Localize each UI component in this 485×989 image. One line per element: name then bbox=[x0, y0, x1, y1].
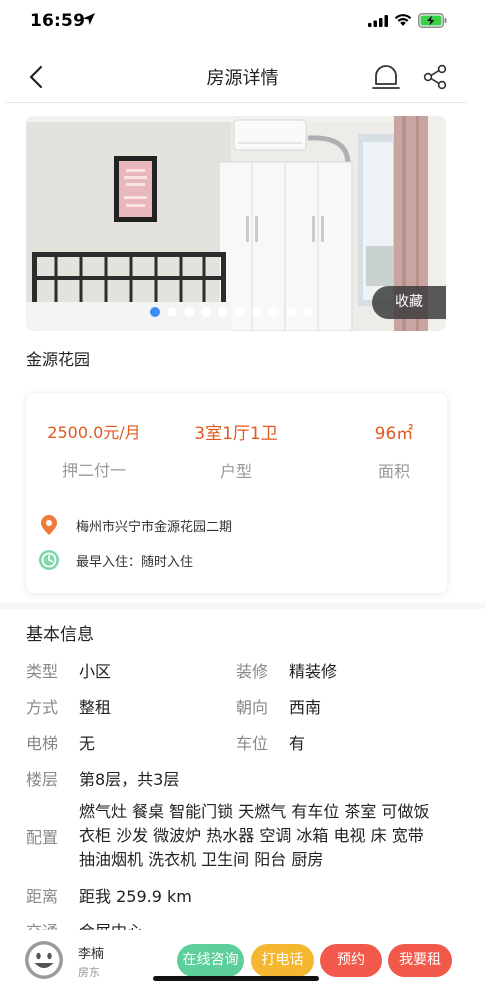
carousel-dot[interactable] bbox=[269, 307, 279, 317]
carousel-dot[interactable] bbox=[303, 307, 313, 317]
carousel-dot[interactable] bbox=[252, 307, 262, 317]
distance-value: 距我 259.9 km bbox=[79, 887, 192, 906]
config-label: 配置 bbox=[26, 828, 59, 847]
favorite-button[interactable]: 收藏 bbox=[372, 286, 446, 319]
price-value: 2500.0元/月 bbox=[47, 423, 141, 442]
nav-bar: 房源详情 bbox=[0, 52, 485, 102]
mode-label: 方式 bbox=[26, 698, 59, 717]
layout-value: 3室1厅1卫 bbox=[194, 424, 278, 444]
battery-icon bbox=[418, 13, 447, 28]
payment-label: 押二付一 bbox=[61, 461, 126, 480]
carousel-dot[interactable] bbox=[218, 307, 228, 317]
elevator-label: 电梯 bbox=[26, 734, 59, 753]
signal-icon bbox=[368, 15, 388, 27]
call-button[interactable]: 打电话 bbox=[251, 944, 314, 977]
wifi-icon bbox=[394, 14, 412, 26]
config-line: 抽油烟机 洗衣机 卫生间 阳台 厨房 bbox=[79, 850, 324, 869]
price-column: 2500.0元/月 押二付一 bbox=[24, 419, 164, 481]
mode-value: 整租 bbox=[79, 698, 112, 717]
area-column: 96㎡ 面积 bbox=[324, 419, 464, 482]
carousel-dot[interactable] bbox=[286, 307, 296, 317]
floor-value: 第8层，共3层 bbox=[79, 770, 180, 789]
section-title: 基本信息 bbox=[26, 625, 94, 645]
area-label: 面积 bbox=[377, 462, 410, 481]
image-carousel[interactable]: 收藏 bbox=[26, 116, 446, 331]
orientation-label: 朝向 bbox=[236, 698, 269, 717]
carousel-dot[interactable] bbox=[167, 307, 177, 317]
property-name: 金源花园 bbox=[26, 350, 91, 369]
carousel-dots bbox=[150, 307, 313, 317]
decor-label: 装修 bbox=[236, 662, 269, 681]
online-consult-button[interactable]: 在线咨询 bbox=[177, 944, 244, 977]
status-time: 16:59 bbox=[30, 11, 86, 31]
location-pin-icon bbox=[41, 515, 57, 535]
rent-button[interactable]: 我要租 bbox=[388, 944, 452, 977]
home-indicator bbox=[153, 976, 319, 981]
orientation-value: 西南 bbox=[289, 698, 322, 717]
move-in-text: 最早入住：随时入住 bbox=[76, 554, 194, 570]
basic-info-section: 基本信息 类型 小区 装修 精装修 方式 整租 朝向 西南 电梯 无 车位 有 … bbox=[26, 620, 456, 941]
summary-card: 2500.0元/月 押二付一 3室1厅1卫 户型 96㎡ 面积 梅州市兴宁市金源… bbox=[26, 393, 447, 593]
area-value: 96㎡ bbox=[374, 424, 414, 444]
floor-label: 楼层 bbox=[26, 770, 59, 789]
page-title: 房源详情 bbox=[206, 68, 279, 89]
bell-icon[interactable] bbox=[372, 62, 400, 92]
clock-icon bbox=[39, 550, 59, 570]
smiley-avatar-icon[interactable] bbox=[24, 940, 64, 980]
carousel-dot[interactable] bbox=[184, 307, 194, 317]
status-bar: 16:59 bbox=[0, 0, 485, 46]
agent-name: 李楠 bbox=[78, 947, 105, 962]
parking-value: 有 bbox=[289, 734, 306, 753]
share-icon[interactable] bbox=[422, 64, 448, 90]
move-in-row: 最早入住：随时入住 bbox=[38, 549, 193, 571]
carousel-dot[interactable] bbox=[201, 307, 211, 317]
parking-label: 车位 bbox=[236, 734, 269, 753]
elevator-value: 无 bbox=[79, 734, 96, 753]
address-text: 梅州市兴宁市金源花园二期 bbox=[76, 519, 233, 535]
carousel-dot[interactable] bbox=[150, 307, 160, 317]
config-line: 衣柜 沙发 微波炉 热水器 空调 冰箱 电视 床 宽带 bbox=[79, 826, 424, 845]
config-line: 燃气灶 餐桌 智能门锁 天燃气 有车位 茶室 可做饭 bbox=[79, 802, 430, 821]
nav-divider bbox=[6, 102, 466, 103]
decor-value: 精装修 bbox=[289, 662, 338, 681]
section-divider bbox=[0, 603, 485, 609]
address-row[interactable]: 梅州市兴宁市金源花园二期 bbox=[38, 514, 232, 536]
carousel-dot[interactable] bbox=[235, 307, 245, 317]
config-value: 燃气灶 餐桌 智能门锁 天燃气 有车位 茶室 可做饭 衣柜 沙发 微波炉 热水器… bbox=[79, 800, 459, 872]
type-label: 类型 bbox=[26, 662, 59, 681]
layout-label: 户型 bbox=[219, 462, 252, 481]
agent-role: 房东 bbox=[78, 966, 100, 979]
type-value: 小区 bbox=[79, 662, 112, 681]
layout-column: 3室1厅1卫 户型 bbox=[166, 419, 306, 482]
location-arrow-icon bbox=[83, 13, 95, 25]
book-button[interactable]: 预约 bbox=[320, 944, 382, 977]
distance-label: 距离 bbox=[26, 887, 59, 906]
